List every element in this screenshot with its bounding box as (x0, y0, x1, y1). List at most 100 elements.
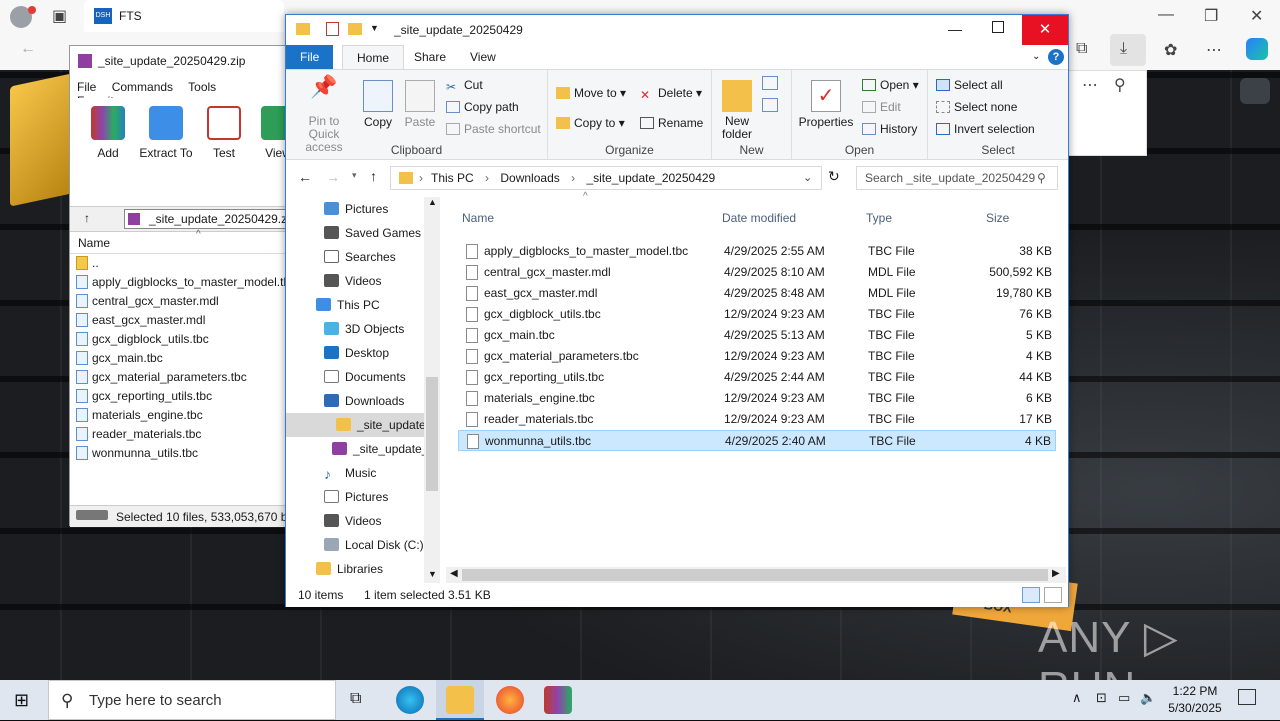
list-item[interactable]: east_gcx_master.mdl (70, 311, 288, 330)
copy-to-button[interactable]: Copy to ▾ (556, 116, 625, 130)
winrar-taskbar-icon[interactable] (544, 686, 572, 714)
refresh-icon[interactable]: ↻ (828, 168, 840, 185)
scroll-up-icon[interactable]: ▲ (428, 197, 437, 207)
close-button[interactable]: ✕ (1022, 15, 1068, 45)
tree-item-3d-objects[interactable]: 3D Objects (286, 317, 424, 341)
tree-scrollbar[interactable]: ▲ ▼ (424, 197, 440, 583)
properties-button[interactable]: ✓ Properties (796, 80, 856, 129)
edit-button[interactable]: Edit (862, 100, 901, 114)
name-column-header[interactable]: Name (78, 236, 110, 250)
tree-item-site-update-folder[interactable]: _site_update_ (286, 413, 424, 437)
more-options-icon[interactable]: ⋯ (1082, 75, 1098, 95)
tree-item-desktop[interactable]: Desktop (286, 341, 424, 365)
open-button[interactable]: Open ▾ (862, 78, 919, 92)
list-item[interactable]: apply_digblocks_to_master_model.tbc (70, 273, 288, 292)
list-item[interactable]: gcx_main.tbc (70, 349, 288, 368)
table-row[interactable]: central_gcx_master.mdl 4/29/2025 8:10 AM M… (458, 262, 1056, 283)
tree-item-videos-2[interactable]: Videos (286, 509, 424, 533)
delete-button[interactable]: ✕ Delete ▾ (640, 86, 702, 102)
table-row[interactable]: reader_materials.tbc 12/9/2024 9:23 AM TBC… (458, 409, 1056, 430)
tree-item-videos[interactable]: Videos (286, 269, 424, 293)
tree-item-libraries[interactable]: Libraries (286, 557, 424, 581)
column-type[interactable]: Type (866, 211, 892, 225)
table-row[interactable]: gcx_digblock_utils.tbc 12/9/2024 9:23 AM T… (458, 304, 1056, 325)
new-item-icon[interactable] (762, 76, 778, 90)
address-dropdown-icon[interactable]: ⌄ (803, 167, 812, 189)
select-none-button[interactable]: Select none (936, 100, 1017, 114)
tree-item-downloads[interactable]: Downloads (286, 389, 424, 413)
add-button[interactable]: Add (78, 102, 138, 160)
copy-path-button[interactable]: Copy path (446, 100, 519, 114)
tray-chevron-icon[interactable]: ∧ (1072, 690, 1082, 706)
hscroll-thumb[interactable] (462, 569, 1048, 581)
windows-start-icon[interactable]: ⊞ (14, 690, 29, 711)
pin-icon[interactable]: ⚲ (1114, 75, 1126, 95)
list-item[interactable]: gcx_reporting_utils.tbc (70, 387, 288, 406)
list-item[interactable]: .. (70, 254, 288, 273)
column-size[interactable]: Size (986, 211, 1009, 225)
list-item[interactable]: wonmunna_utils.tbc (70, 444, 288, 463)
edge-taskbar-icon[interactable] (396, 686, 424, 714)
column-date[interactable]: Date modified (722, 211, 796, 225)
copy-button[interactable]: Copy (362, 80, 394, 129)
volume-icon[interactable]: 🔈 (1140, 690, 1156, 706)
easy-access-icon[interactable] (762, 98, 778, 112)
restore-icon[interactable]: ❐ (1204, 6, 1218, 26)
scroll-down-icon[interactable]: ▼ (428, 569, 437, 579)
menu-commands[interactable]: Commands (112, 80, 173, 94)
breadcrumb-this-pc[interactable]: This PC (431, 171, 474, 185)
table-row[interactable]: wonmunna_utils.tbc 4/29/2025 2:40 AM TBC F… (458, 430, 1056, 451)
new-folder-button[interactable]: New folder (718, 80, 756, 141)
tab-view[interactable]: View (456, 45, 510, 69)
list-item[interactable]: gcx_digblock_utils.tbc (70, 330, 288, 349)
content-hscrollbar[interactable]: ◀ ▶ (446, 567, 1066, 583)
tab-file[interactable]: File (286, 45, 334, 69)
notifications-icon[interactable] (1238, 689, 1256, 705)
minimize-icon[interactable]: — (1158, 6, 1174, 24)
extensions-icon[interactable]: ✿ (1164, 40, 1177, 60)
network-icon[interactable]: ▭ (1118, 690, 1130, 706)
tray-device-icon[interactable]: ⊡ (1096, 690, 1107, 706)
new-folder-qat-icon[interactable] (348, 23, 362, 35)
details-view-icon[interactable] (1022, 587, 1040, 603)
tree-item-site-update-zip[interactable]: _site_update_ (286, 437, 424, 461)
close-icon[interactable]: ✕ (1250, 6, 1263, 26)
scroll-thumb[interactable] (426, 377, 438, 491)
up-icon[interactable]: ↑ (370, 168, 377, 184)
copilot-icon[interactable] (1246, 38, 1268, 60)
tree-item-pictures-2[interactable]: Pictures (286, 485, 424, 509)
clock[interactable]: 1:22 PM 5/30/2025 (1155, 683, 1235, 717)
tab-actions-icon[interactable]: ▣ (52, 6, 67, 26)
winrar-path[interactable]: _site_update_20250429.zip (124, 209, 288, 229)
expand-ribbon-icon[interactable]: ⌄ (1032, 51, 1040, 62)
extract-to-button[interactable]: Extract To (136, 102, 196, 160)
back-icon[interactable]: ← (298, 169, 312, 185)
recent-locations-icon[interactable]: ▾ (352, 170, 357, 181)
tree-item-documents[interactable]: Documents (286, 365, 424, 389)
tree-item-saved-games[interactable]: Saved Games (286, 221, 424, 245)
paste-button[interactable]: Paste (402, 80, 438, 129)
tree-item-music[interactable]: ♪ Music (286, 461, 424, 485)
forward-icon[interactable]: → (326, 169, 340, 185)
maximize-icon[interactable] (992, 21, 1004, 33)
tree-item-this-pc[interactable]: This PC (286, 293, 424, 317)
search-box[interactable]: Search _site_update_20250429 ⚲ (856, 166, 1058, 190)
minimize-icon[interactable]: — (948, 21, 962, 37)
table-row[interactable]: gcx_material_parameters.tbc 12/9/2024 9:2… (458, 346, 1056, 367)
tree-item-local-disk[interactable]: Local Disk (C:) (286, 533, 424, 557)
downloads-button[interactable] (1110, 34, 1146, 66)
large-icons-view-icon[interactable] (1044, 587, 1062, 603)
task-view-icon[interactable]: ⧉ (350, 690, 361, 708)
more-icon[interactable]: ⋯ (1206, 40, 1222, 60)
list-item[interactable]: central_gcx_master.mdl (70, 292, 288, 311)
back-icon[interactable]: ← (20, 40, 36, 58)
invert-selection-button[interactable]: Invert selection (936, 122, 1035, 136)
breadcrumb-current[interactable]: _site_update_20250429 (586, 171, 715, 185)
up-icon[interactable]: ↑ (84, 211, 90, 225)
firefox-taskbar-icon[interactable] (496, 686, 524, 714)
edge-tab[interactable]: DSH FTS (84, 0, 284, 32)
test-button[interactable]: Test (194, 102, 254, 160)
address-bar[interactable]: › This PC › Downloads › _site_update_202… (390, 166, 822, 190)
select-all-button[interactable]: Select all (936, 78, 1003, 92)
table-row[interactable]: east_gcx_master.mdl 4/29/2025 8:48 AM MDL … (458, 283, 1056, 304)
